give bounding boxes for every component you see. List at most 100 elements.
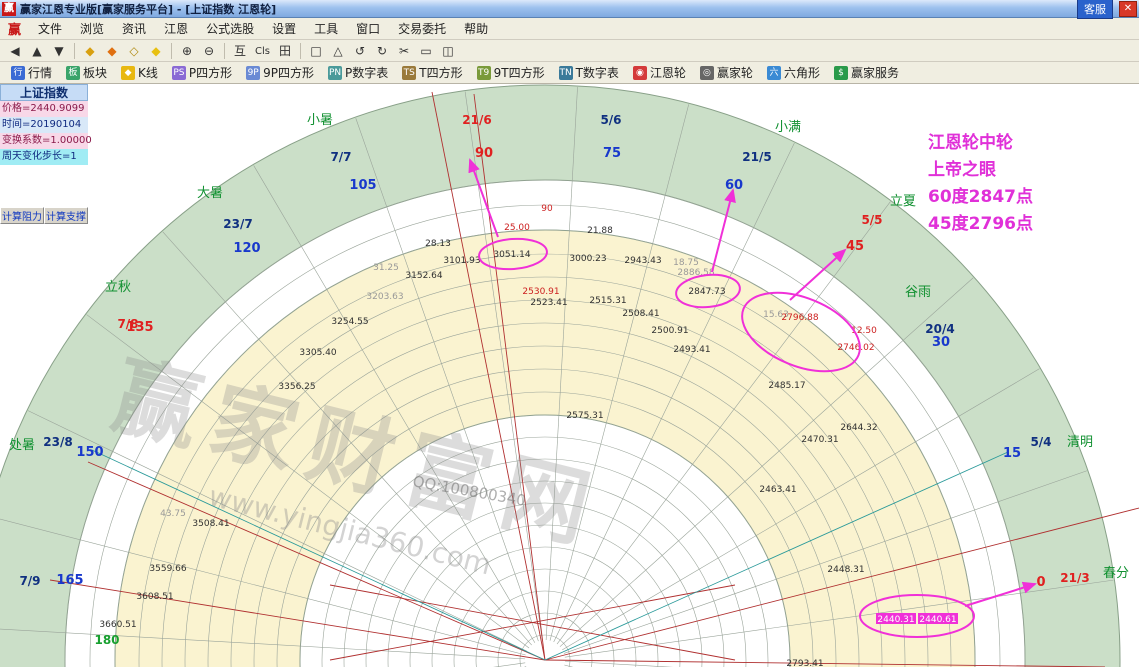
diamond-gold-icon[interactable]: ◆ <box>80 42 100 60</box>
back-icon[interactable]: ◀ <box>5 42 25 60</box>
menu-item-6[interactable]: 工具 <box>305 18 347 39</box>
toolbar2-item-8[interactable]: TN T数字表 <box>555 62 623 83</box>
svg-text:2515.31: 2515.31 <box>589 296 626 306</box>
toolbar2-item-10[interactable]: ◎ 赢家轮 <box>696 62 757 83</box>
panel-rows: 价格=2440.9099 时间=20190104 变换系数=1.00000 周天变化步… <box>0 101 92 165</box>
toolbar2-label-3: P四方形 <box>188 66 233 80</box>
toolbar2-item-9[interactable]: ◉ 江恩轮 <box>629 62 690 83</box>
svg-text:25.00: 25.00 <box>504 223 530 233</box>
svg-text:立秋: 立秋 <box>105 280 131 295</box>
toolbar2-label-6: T四方形 <box>419 66 463 80</box>
toolbar-separator <box>171 42 172 59</box>
info-row-0: 价格=2440.9099 <box>0 101 88 117</box>
triangle-tool-icon[interactable]: △ <box>328 42 348 60</box>
comment-icon[interactable]: ◫ <box>438 42 458 60</box>
menu-item-0[interactable]: 文件 <box>29 18 71 39</box>
zoom-in-icon[interactable]: ⊕ <box>177 42 197 60</box>
svg-text:5/5: 5/5 <box>861 213 882 227</box>
svg-text:3508.41: 3508.41 <box>192 519 229 529</box>
toolbar2-item-6[interactable]: TS T四方形 <box>398 62 466 83</box>
svg-text:0: 0 <box>1036 575 1045 590</box>
toolbar2-item-12[interactable]: $ 赢家服务 <box>830 62 903 83</box>
rect-tool-icon[interactable]: □ <box>306 42 326 60</box>
toolbar2-item-4[interactable]: 9P 9P四方形 <box>242 62 318 83</box>
toolbar2-item-5[interactable]: PN P数字表 <box>324 62 392 83</box>
svg-text:2746.02: 2746.02 <box>837 343 874 353</box>
toolbar2-item-7[interactable]: T9 9T四方形 <box>473 62 549 83</box>
annotation-line-0: 江恩轮中轮 <box>928 133 1013 153</box>
toolbar2-item-3[interactable]: PS P四方形 <box>168 62 236 83</box>
close-button[interactable]: ✕ <box>1119 0 1137 17</box>
calc-button-1[interactable]: 计算支撑 <box>44 207 88 224</box>
index-info-panel: 上证指数 价格=2440.9099 时间=20190104 变换系数=1.00000… <box>0 84 92 224</box>
svg-text:2796.88: 2796.88 <box>781 313 818 323</box>
diamond-orange-icon[interactable]: ◆ <box>102 42 122 60</box>
menu-item-4[interactable]: 公式选股 <box>197 18 263 39</box>
shape-icon[interactable]: ▭ <box>416 42 436 60</box>
menu-item-2[interactable]: 资讯 <box>113 18 155 39</box>
svg-text:28.13: 28.13 <box>425 239 451 249</box>
drawing-toolbar: ◀ ▲ ▼ ◆ ◆ ◇ ◆ ⊕ ⊖ 互 Cls 田 □ △ ↺ ↻ ✂ ▭ ◫ <box>0 40 1139 62</box>
menu-item-8[interactable]: 交易委托 <box>389 18 455 39</box>
svg-text:165: 165 <box>56 573 83 588</box>
info-row-2: 变换系数=1.00000 <box>0 133 92 149</box>
grid-icon[interactable]: 田 <box>275 42 295 60</box>
svg-text:小暑: 小暑 <box>307 113 333 128</box>
exchange-icon[interactable]: 互 <box>230 42 250 60</box>
svg-text:150: 150 <box>76 445 103 460</box>
main-content: 105 90 75 60 45 30 15 0 120 135 150 165 180 小暑 小满 大暑 立夏立… <box>0 84 1139 667</box>
toolbar2-label-11: 六角形 <box>783 66 820 80</box>
menu-item-9[interactable]: 帮助 <box>455 18 497 39</box>
svg-text:2463.41: 2463.41 <box>759 485 796 495</box>
toolbar2-item-2[interactable]: ◆ K线 <box>117 62 162 83</box>
cut-icon[interactable]: ✂ <box>394 42 414 60</box>
svg-text:5/6: 5/6 <box>600 113 621 127</box>
customer-service-button[interactable]: 客服 <box>1077 0 1113 19</box>
clear-icon[interactable]: Cls <box>252 42 273 60</box>
up-icon[interactable]: ▲ <box>27 42 47 60</box>
svg-text:21/5: 21/5 <box>742 150 771 164</box>
svg-text:3254.55: 3254.55 <box>331 317 368 327</box>
nine-p-square-icon: 9P <box>246 65 261 80</box>
quotes-icon: 行 <box>11 65 25 80</box>
svg-text:43.75: 43.75 <box>160 509 186 519</box>
toolbar2-item-0[interactable]: 行行情 <box>7 62 56 83</box>
gann-wheel-icon: ◉ <box>632 65 647 80</box>
t-square-icon: TS <box>402 65 417 80</box>
toolbar-separator <box>299 42 301 59</box>
menu-item-1[interactable]: 浏览 <box>71 18 113 39</box>
svg-text:3356.25: 3356.25 <box>278 382 315 392</box>
svg-text:90: 90 <box>475 146 493 161</box>
calc-button-0[interactable]: 计算阻力 <box>0 207 44 224</box>
menu-bar: 赢 文件 浏览 资讯 江恩 公式选股 设置 工具 窗口 交易委托 帮助 <box>0 18 1139 40</box>
rotate-right-icon[interactable]: ↻ <box>372 42 392 60</box>
rotate-left-icon[interactable]: ↺ <box>350 42 370 60</box>
info-row-1: 时间=20190104 <box>0 117 88 133</box>
menu-item-3[interactable]: 江恩 <box>155 18 197 39</box>
toolbar2-label-7: 9T四方形 <box>493 66 545 80</box>
toolbar2-label-9: 江恩轮 <box>649 66 686 80</box>
down-icon[interactable]: ▼ <box>49 42 69 60</box>
toolbar2-item-11[interactable]: 六六角形 <box>763 62 824 83</box>
annotation-line-3: 45度2796点 <box>928 214 1033 234</box>
svg-text:31.25: 31.25 <box>373 263 399 273</box>
menu-items: 文件 浏览 资讯 江恩 公式选股 设置 工具 窗口 交易委托 帮助 <box>29 18 497 39</box>
toolbar2-item-1[interactable]: 板板块 <box>62 62 111 83</box>
svg-text:2943.43: 2943.43 <box>624 256 661 266</box>
menu-item-5[interactable]: 设置 <box>263 18 305 39</box>
app-logo-small-icon: 赢 <box>8 23 22 38</box>
menu-item-7[interactable]: 窗口 <box>347 18 389 39</box>
svg-text:7/7: 7/7 <box>330 150 351 164</box>
svg-text:23/7: 23/7 <box>223 217 252 231</box>
diamond-outline-icon[interactable]: ◇ <box>124 42 144 60</box>
svg-text:2493.41: 2493.41 <box>673 345 710 355</box>
svg-text:23/8: 23/8 <box>43 435 72 449</box>
svg-text:立夏: 立夏 <box>890 194 916 209</box>
svg-text:2500.91: 2500.91 <box>651 326 688 336</box>
svg-text:清明: 清明 <box>1067 435 1093 450</box>
svg-text:2575.31: 2575.31 <box>566 411 603 421</box>
toolbar2-label-2: K线 <box>138 66 158 80</box>
diamond-yellow-icon[interactable]: ◆ <box>146 42 166 60</box>
svg-text:春分: 春分 <box>1103 566 1129 581</box>
zoom-out-icon[interactable]: ⊖ <box>199 42 219 60</box>
